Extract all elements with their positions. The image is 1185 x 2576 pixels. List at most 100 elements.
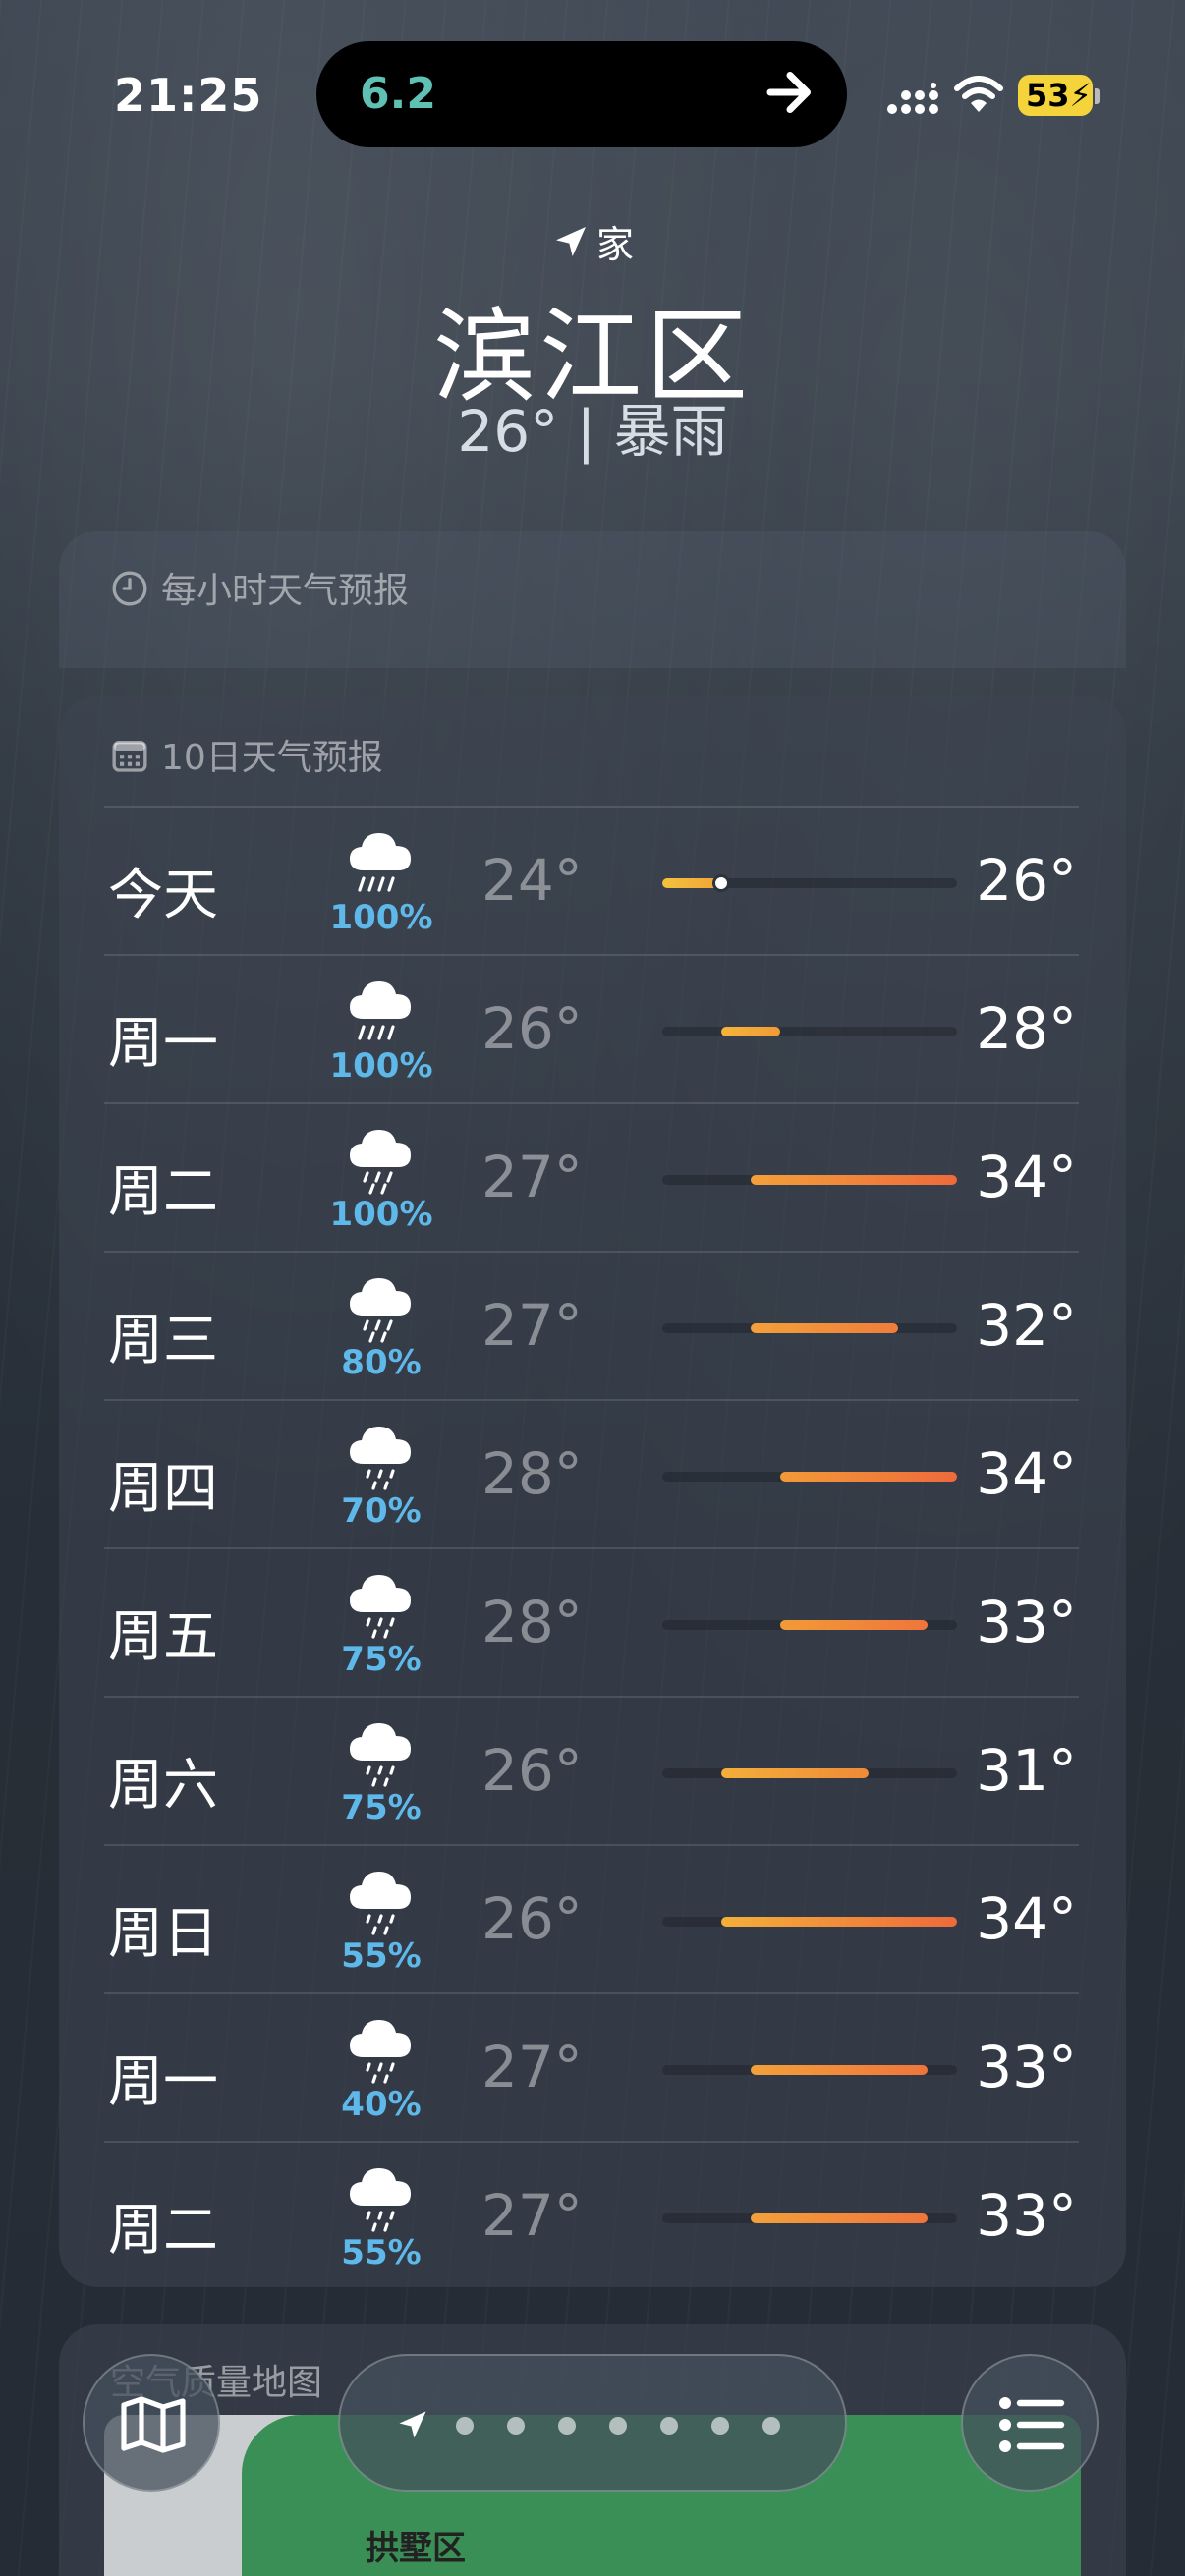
clock-icon xyxy=(112,571,147,606)
map-icon xyxy=(121,2396,186,2453)
temp-range-bar xyxy=(662,2065,957,2075)
low-temp: 24° xyxy=(481,847,583,914)
arrow-right-icon xyxy=(766,72,811,113)
light-rain-icon xyxy=(350,1872,411,1935)
temp-range-fill xyxy=(721,1027,780,1036)
light-rain-icon xyxy=(350,2168,411,2232)
forecast-day: 周二 xyxy=(108,2199,218,2263)
precip-chance: 70% xyxy=(341,1491,422,1531)
cellular-signal-icon xyxy=(887,83,938,114)
precip-chance: 80% xyxy=(341,1343,422,1382)
temp-range-bar xyxy=(662,1472,957,1482)
high-temp: 33° xyxy=(976,2034,1077,2100)
temp-range-bar xyxy=(662,1620,957,1630)
low-temp: 26° xyxy=(481,1737,583,1804)
page-dot xyxy=(558,2417,576,2435)
light-rain-icon xyxy=(350,1427,411,1490)
forecast-row[interactable]: 周二 100% 27° 34° xyxy=(104,1102,1079,1251)
current-conditions: 26° | 暴雨 xyxy=(457,398,728,465)
forecast-day: 周三 xyxy=(108,1309,218,1372)
light-rain-icon xyxy=(350,1723,411,1787)
low-temp: 27° xyxy=(481,2182,583,2249)
forecast-row[interactable]: 周五 75% 28° 33° xyxy=(104,1547,1079,1696)
forecast-day: 周二 xyxy=(108,1160,218,1224)
page-indicator[interactable] xyxy=(338,2354,847,2492)
temp-range-fill xyxy=(721,1768,869,1778)
ten-day-forecast-header: 10日天气预报 xyxy=(110,729,383,780)
temp-range-fill xyxy=(751,1175,957,1185)
forecast-day: 周日 xyxy=(108,1902,218,1966)
forecast-day: 周六 xyxy=(108,1754,218,1818)
city-list-button[interactable] xyxy=(961,2354,1099,2492)
page-dot xyxy=(507,2417,525,2435)
temp-range-bar xyxy=(662,2213,957,2223)
temp-range-fill xyxy=(751,2065,928,2075)
heavy-rain-icon xyxy=(350,833,411,892)
current-temp-marker xyxy=(712,874,730,892)
high-temp: 32° xyxy=(976,1292,1077,1359)
forecast-row[interactable]: 周三 80% 27° 32° xyxy=(104,1251,1079,1399)
precip-chance: 100% xyxy=(329,898,433,937)
temp-range-bar xyxy=(662,1768,957,1778)
hourly-forecast-card[interactable]: 每小时天气预报 xyxy=(59,531,1126,668)
forecast-day: 周四 xyxy=(108,1457,218,1521)
location-arrow-icon xyxy=(555,227,586,256)
forecast-row[interactable]: 周四 70% 28° 34° xyxy=(104,1399,1079,1547)
forecast-row[interactable]: 周二 55% 27° 33° xyxy=(104,2141,1079,2289)
high-temp: 33° xyxy=(976,2182,1077,2249)
hourly-forecast-header: 每小时天气预报 xyxy=(110,562,409,613)
temp-range-fill xyxy=(780,1620,928,1630)
temp-range-fill xyxy=(721,1917,957,1927)
forecast-day: 今天 xyxy=(108,864,218,927)
precip-chance: 75% xyxy=(341,1640,422,1679)
high-temp: 34° xyxy=(976,1440,1077,1507)
temp-range-bar xyxy=(662,1323,957,1333)
forecast-row[interactable]: 周六 75% 26° 31° xyxy=(104,1696,1079,1844)
forecast-day: 周五 xyxy=(108,1605,218,1669)
forecast-row[interactable]: 今天 100% 24° 26° xyxy=(104,806,1079,954)
low-temp: 28° xyxy=(481,1589,583,1655)
forecast-row[interactable]: 周一 40% 27° 33° xyxy=(104,1992,1079,2141)
rain-icon xyxy=(350,1278,411,1343)
high-temp: 34° xyxy=(976,1885,1077,1952)
location-tag-label: 家 xyxy=(595,223,634,266)
dynamic-island[interactable]: 6.2 xyxy=(316,41,847,147)
rain-icon xyxy=(350,1130,411,1195)
location-page-arrow-icon xyxy=(399,2411,426,2438)
temp-range-bar xyxy=(662,1027,957,1036)
temp-range-fill xyxy=(751,1323,898,1333)
precip-chance: 55% xyxy=(341,1936,422,1976)
low-temp: 27° xyxy=(481,1144,583,1210)
page-dot xyxy=(660,2417,678,2435)
map-place-label: 拱墅区 xyxy=(366,2529,466,2568)
island-value: 6.2 xyxy=(360,69,436,119)
page-dot xyxy=(609,2417,627,2435)
map-button[interactable] xyxy=(83,2354,220,2492)
precip-chance: 75% xyxy=(341,1788,422,1827)
forecast-row[interactable]: 周一 100% 26° 28° xyxy=(104,954,1079,1102)
list-icon xyxy=(999,2397,1065,2452)
location-tag: 家 xyxy=(0,214,1185,268)
high-temp: 31° xyxy=(976,1737,1077,1804)
heavy-rain-icon xyxy=(350,981,411,1040)
light-rain-icon xyxy=(350,1575,411,1639)
page-dot xyxy=(456,2417,474,2435)
low-temp: 26° xyxy=(481,1885,583,1952)
ten-day-forecast-card[interactable]: 10日天气预报 今天 100% 24° 26° 周一 100% 26° 28° 周二 100% 27… xyxy=(59,696,1126,2287)
forecast-day: 周一 xyxy=(108,2050,218,2114)
ten-day-forecast-label: 10日天气预报 xyxy=(161,738,383,778)
forecast-list: 今天 100% 24° 26° 周一 100% 26° 28° 周二 100% 27° 34° 周三 80… xyxy=(104,806,1079,2289)
high-temp: 33° xyxy=(976,1589,1077,1655)
charging-bolt-icon: ⚡ xyxy=(1069,77,1092,114)
high-temp: 34° xyxy=(976,1144,1077,1210)
precip-chance: 100% xyxy=(329,1195,433,1234)
temp-range-bar xyxy=(662,874,957,892)
high-temp: 28° xyxy=(976,995,1077,1062)
temp-range-bar xyxy=(662,1175,957,1185)
page-dot xyxy=(711,2417,729,2435)
page-dot xyxy=(762,2417,780,2435)
battery-level: 53 xyxy=(1026,77,1070,114)
low-temp: 27° xyxy=(481,1292,583,1359)
status-time: 21:25 xyxy=(114,69,263,122)
forecast-row[interactable]: 周日 55% 26° 34° xyxy=(104,1844,1079,1992)
